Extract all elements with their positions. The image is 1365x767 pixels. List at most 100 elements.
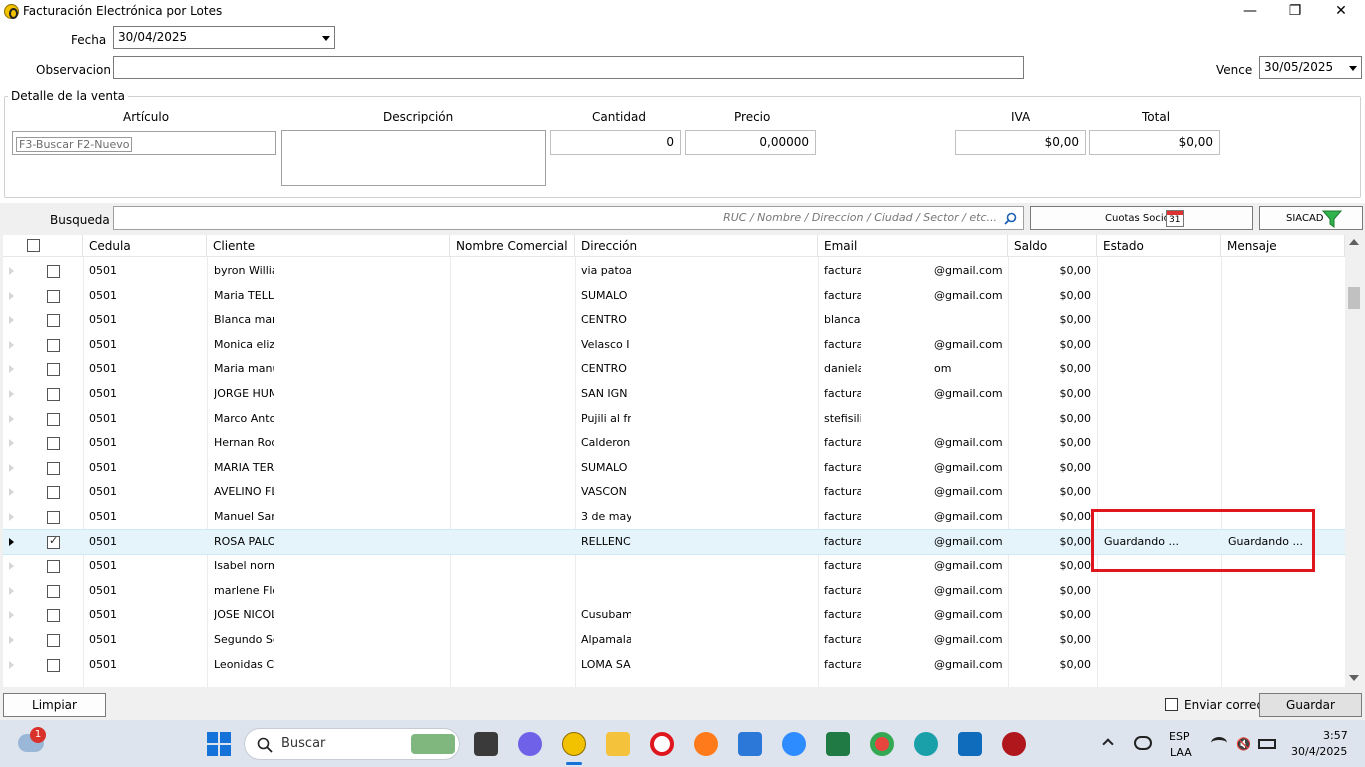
row-header[interactable] xyxy=(3,456,23,480)
table-row[interactable]: 0501 Maria manu CENTRO daniela om $0,00 xyxy=(3,357,1345,382)
vence-dropdown[interactable]: 30/05/2025 xyxy=(1259,56,1362,79)
close-button[interactable]: ✕ xyxy=(1318,0,1364,23)
row-header[interactable] xyxy=(3,505,23,529)
clients-grid[interactable]: Cedula Cliente Nombre Comercial Direcció… xyxy=(3,235,1362,687)
row-header[interactable] xyxy=(3,407,23,431)
table-row[interactable]: 0501 marlene Flo factura @gmail.com $0,00 xyxy=(3,579,1345,604)
guardar-button[interactable]: Guardar xyxy=(1259,693,1362,717)
language-bottom[interactable]: LAA xyxy=(1170,746,1192,759)
store-icon[interactable] xyxy=(738,732,762,756)
row-checkbox[interactable] xyxy=(47,511,60,524)
taskbar-search[interactable]: Buscar xyxy=(244,728,460,760)
enviar-correo-checkbox[interactable] xyxy=(1165,698,1178,711)
row-checkbox[interactable] xyxy=(47,338,60,352)
table-row[interactable]: 0501 Hernan Rod Calderon factura @gmail.com $… xyxy=(3,431,1345,456)
select-all-checkbox[interactable] xyxy=(27,239,40,252)
table-row[interactable]: 0501 Leonidas Cu LOMA SA factura @gmail.com $… xyxy=(3,653,1345,678)
row-checkbox[interactable] xyxy=(47,658,60,672)
outlook-icon[interactable] xyxy=(958,732,982,756)
row-header[interactable] xyxy=(3,357,23,381)
row-checkbox[interactable] xyxy=(47,584,60,598)
language-top[interactable]: ESP xyxy=(1169,730,1190,743)
cantidad-input[interactable]: 0 xyxy=(550,130,681,155)
column-header-cedula[interactable]: Cedula xyxy=(83,235,207,257)
row-header[interactable] xyxy=(3,653,23,677)
battery-icon[interactable] xyxy=(1258,739,1276,749)
row-header[interactable] xyxy=(3,382,23,406)
row-checkbox[interactable] xyxy=(47,461,60,475)
scrollbar-thumb[interactable] xyxy=(1348,287,1360,309)
table-row[interactable]: 0501 Maria TELLC SUMALO factura @gmail.com $0… xyxy=(3,284,1345,309)
row-checkbox[interactable] xyxy=(47,437,60,451)
table-row[interactable]: 0501 JORGE HUM SAN IGN factura @gmail.com $0,… xyxy=(3,382,1345,407)
column-header-mensaje[interactable]: Mensaje xyxy=(1221,235,1345,257)
zoom-icon[interactable] xyxy=(782,732,806,756)
row-checkbox[interactable] xyxy=(47,534,60,549)
table-row[interactable]: 0501 byron Willia via patoa factura @gmail.c… xyxy=(3,259,1345,284)
app-logo-icon[interactable] xyxy=(562,732,586,756)
row-header[interactable] xyxy=(3,530,23,554)
scroll-down-icon[interactable] xyxy=(1349,675,1359,681)
chevron-up-icon[interactable] xyxy=(1102,738,1114,750)
row-header[interactable] xyxy=(3,284,23,308)
row-checkbox[interactable] xyxy=(47,388,60,401)
column-header-saldo[interactable]: Saldo xyxy=(1008,235,1097,257)
opera-icon[interactable] xyxy=(650,732,674,756)
siacad-button[interactable]: SIACAD xyxy=(1259,206,1363,230)
row-header[interactable] xyxy=(3,603,23,627)
search-input[interactable]: RUC / Nombre / Direccion / Ciudad / Sect… xyxy=(113,206,1024,230)
file-explorer-icon[interactable] xyxy=(606,732,630,756)
start-icon[interactable] xyxy=(207,732,231,756)
row-header[interactable] xyxy=(3,308,23,332)
table-row[interactable]: 0501 Monica eliza Velasco I factura @gmail.c… xyxy=(3,333,1345,358)
cloud-sync-icon[interactable] xyxy=(1134,736,1152,750)
search-icon[interactable] xyxy=(1004,212,1017,225)
wifi-icon[interactable] xyxy=(1211,737,1227,749)
clock-time[interactable]: 3:57 xyxy=(1323,729,1348,742)
row-checkbox[interactable] xyxy=(47,314,60,328)
articulo-input[interactable]: F3-Buscar F2-Nuevo xyxy=(12,131,276,155)
row-checkbox[interactable] xyxy=(47,412,60,426)
table-row[interactable]: 0501 Blanca mari CENTRO blancap $0,00 xyxy=(3,308,1345,333)
column-header-direccion[interactable]: Dirección xyxy=(575,235,818,257)
scroll-up-icon[interactable] xyxy=(1349,239,1359,245)
row-checkbox[interactable] xyxy=(47,634,60,647)
table-row[interactable]: 0501 Segundo Sc Alpamala factura @gmail.com $… xyxy=(3,628,1345,653)
task-view-icon[interactable] xyxy=(474,732,498,756)
row-checkbox[interactable] xyxy=(47,560,60,574)
fecha-dropdown[interactable]: 30/04/2025 xyxy=(113,26,335,49)
excel-icon[interactable] xyxy=(826,732,850,756)
precio-input[interactable]: 0,00000 xyxy=(685,130,816,155)
row-header[interactable] xyxy=(3,259,23,283)
volume-muted-icon[interactable]: 🔇 xyxy=(1236,737,1251,751)
table-row[interactable]: 0501 JOSE NICOL Cusubam factura @gmail.com $0… xyxy=(3,603,1345,628)
column-header-estado[interactable]: Estado xyxy=(1097,235,1221,257)
column-header-email[interactable]: Email xyxy=(818,235,1008,257)
table-row[interactable]: 0501 Marco Anto Pujili al fr stefisili $0,00 xyxy=(3,407,1345,432)
row-checkbox[interactable] xyxy=(47,609,60,623)
row-header[interactable] xyxy=(3,333,23,357)
row-checkbox[interactable] xyxy=(47,486,60,500)
row-header[interactable] xyxy=(3,628,23,652)
cuotas-socios-button[interactable]: Cuotas Socios 31 xyxy=(1030,206,1253,230)
grid-scrollbar[interactable] xyxy=(1345,235,1362,687)
limpiar-button[interactable]: Limpiar xyxy=(3,693,106,717)
column-header-nombre-comercial[interactable]: Nombre Comercial xyxy=(450,235,575,257)
table-row[interactable]: 0501 AVELINO FL VASCON factura @gmail.com $0,… xyxy=(3,480,1345,505)
minimize-button[interactable]: — xyxy=(1227,0,1273,23)
row-header[interactable] xyxy=(3,480,23,504)
descripcion-input[interactable] xyxy=(281,130,546,186)
row-checkbox[interactable] xyxy=(47,363,60,377)
observacion-input[interactable] xyxy=(113,56,1024,79)
row-header[interactable] xyxy=(3,431,23,455)
maximize-button[interactable]: ❐ xyxy=(1272,0,1318,23)
row-header[interactable] xyxy=(3,579,23,603)
clock-date[interactable]: 30/4/2025 xyxy=(1291,745,1347,758)
table-row[interactable]: 0501 MARIA TERE SUMALO factura @gmail.com $0,… xyxy=(3,456,1345,481)
row-checkbox[interactable] xyxy=(47,289,60,303)
row-checkbox[interactable] xyxy=(47,265,60,278)
column-header-cliente[interactable]: Cliente xyxy=(207,235,450,257)
row-header[interactable] xyxy=(3,554,23,578)
edge-icon[interactable] xyxy=(914,732,938,756)
security-app-icon[interactable] xyxy=(1002,732,1026,756)
